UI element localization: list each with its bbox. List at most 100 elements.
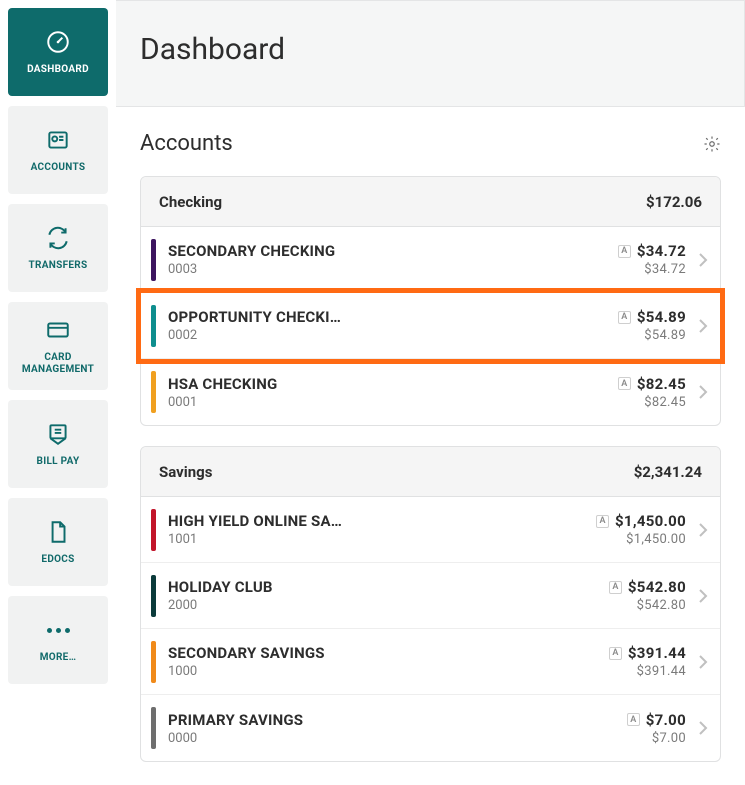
- account-number: 1000: [168, 664, 582, 679]
- chevron-right-icon: [692, 252, 714, 268]
- available-amount: $54.89: [582, 328, 686, 343]
- sidebar: DASHBOARD ACCOUNTS TRANSFERS CARD MANAGE…: [0, 0, 116, 785]
- account-balance: A $82.45 $82.45: [582, 375, 692, 410]
- nav-bill-pay[interactable]: BILL PAY: [8, 400, 108, 488]
- account-number: 0001: [168, 395, 582, 410]
- billpay-icon: [44, 420, 72, 448]
- available-amount: $391.44: [582, 664, 686, 679]
- header: Dashboard: [116, 0, 745, 107]
- accounts-section-title: Accounts: [140, 131, 233, 156]
- account-name: OPPORTUNITY CHECKI…: [168, 308, 582, 326]
- account-name: SECONDARY CHECKING: [168, 242, 582, 260]
- chevron-right-icon: [692, 522, 714, 538]
- account-color-bar: [151, 641, 156, 683]
- account-row[interactable]: OPPORTUNITY CHECKI…0002 A $54.89 $54.89: [141, 293, 720, 359]
- account-balance: A $391.44 $391.44: [582, 644, 692, 679]
- nav-dashboard[interactable]: DASHBOARD: [8, 8, 108, 96]
- account-balance: A $34.72 $34.72: [582, 242, 692, 277]
- account-row[interactable]: HSA CHECKING 0001 A $82.45 $82.45: [141, 359, 720, 425]
- chevron-right-icon: [692, 384, 714, 400]
- edocs-icon: [44, 518, 72, 546]
- account-number: 0003: [168, 262, 582, 277]
- account-name: PRIMARY SAVINGS: [168, 711, 582, 729]
- account-row[interactable]: SECONDARY SAVINGS 1000 A $391.44 $391.44: [141, 629, 720, 695]
- balance-amount: $391.44: [628, 644, 686, 662]
- transfers-icon: [44, 224, 72, 252]
- nav-accounts[interactable]: ACCOUNTS: [8, 106, 108, 194]
- group-total: $172.06: [646, 193, 702, 211]
- nav-transfers[interactable]: TRANSFERS: [8, 204, 108, 292]
- account-group: Checking $172.06 SECONDARY CHECKING 0003 A $3…: [140, 176, 721, 426]
- nav-label: MORE…: [40, 652, 77, 664]
- account-info: SECONDARY CHECKING 0003: [168, 242, 582, 277]
- main: Dashboard Accounts Checking $172.06 SECOND…: [116, 0, 745, 785]
- balance-amount: $542.80: [628, 578, 686, 596]
- balance-amount: $54.89: [637, 308, 686, 326]
- page-title: Dashboard: [140, 32, 285, 67]
- account-name: SECONDARY SAVINGS: [168, 644, 582, 662]
- balance-amount: $82.45: [637, 375, 686, 393]
- gear-icon[interactable]: [703, 135, 721, 153]
- available-badge: A: [609, 647, 622, 660]
- content: Accounts Checking $172.06 SECONDARY CHECKI…: [116, 107, 745, 782]
- nav-label: DASHBOARD: [27, 64, 89, 76]
- account-row[interactable]: HIGH YIELD ONLINE SA… 1001 A $1,450.00 $1,45…: [141, 497, 720, 563]
- nav-label: ACCOUNTS: [31, 162, 86, 174]
- account-balance: A $7.00 $7.00: [582, 711, 692, 746]
- dashboard-icon: [44, 28, 72, 56]
- account-color-bar: [151, 509, 156, 551]
- account-row[interactable]: SECONDARY CHECKING 0003 A $34.72 $34.72: [141, 227, 720, 293]
- available-amount: $542.80: [582, 598, 686, 613]
- account-name: HOLIDAY CLUB: [168, 578, 582, 596]
- group-name: Checking: [159, 193, 222, 211]
- nav-more[interactable]: MORE…: [8, 596, 108, 684]
- account-color-bar: [151, 239, 156, 281]
- available-amount: $1,450.00: [582, 532, 686, 547]
- account-number: 2000: [168, 598, 582, 613]
- chevron-right-icon: [692, 720, 714, 736]
- account-name: HSA CHECKING: [168, 375, 582, 393]
- account-info: HIGH YIELD ONLINE SA… 1001: [168, 512, 582, 547]
- group-header: Checking $172.06: [141, 177, 720, 227]
- balance-amount: $7.00: [646, 711, 686, 729]
- group-header: Savings$2,341.24: [141, 447, 720, 497]
- available-badge: A: [627, 713, 640, 726]
- account-info: SECONDARY SAVINGS 1000: [168, 644, 582, 679]
- accounts-icon: [44, 126, 72, 154]
- available-amount: $82.45: [582, 395, 686, 410]
- account-color-bar: [151, 305, 156, 347]
- account-balance: A $542.80 $542.80: [582, 578, 692, 613]
- available-badge: A: [618, 377, 631, 390]
- balance-amount: $34.72: [637, 242, 686, 260]
- available-badge: A: [618, 311, 631, 324]
- nav-label: TRANSFERS: [29, 260, 88, 272]
- account-info: HSA CHECKING 0001: [168, 375, 582, 410]
- available-badge: A: [596, 515, 609, 528]
- available-amount: $7.00: [582, 731, 686, 746]
- balance-amount: $1,450.00: [615, 512, 686, 530]
- available-badge: A: [609, 581, 622, 594]
- account-name: HIGH YIELD ONLINE SA…: [168, 512, 582, 530]
- nav-label: EDOCS: [41, 554, 74, 566]
- chevron-right-icon: [692, 654, 714, 670]
- account-color-bar: [151, 575, 156, 617]
- chevron-right-icon: [692, 588, 714, 604]
- chevron-right-icon: [692, 318, 714, 334]
- card-icon: [44, 316, 72, 344]
- nav-label: CARD MANAGEMENT: [8, 352, 108, 376]
- account-group: Savings$2,341.24 HIGH YIELD ONLINE SA… 100…: [140, 446, 721, 762]
- nav-edocs[interactable]: EDOCS: [8, 498, 108, 586]
- available-badge: A: [618, 245, 631, 258]
- account-color-bar: [151, 371, 156, 413]
- account-number: 1001: [168, 532, 582, 547]
- more-icon: [44, 616, 72, 644]
- group-total: $2,341.24: [634, 463, 702, 481]
- account-row[interactable]: PRIMARY SAVINGS 0000 A $7.00 $7.00: [141, 695, 720, 761]
- account-number: 0000: [168, 731, 582, 746]
- account-info: OPPORTUNITY CHECKI…0002: [168, 308, 582, 343]
- available-amount: $34.72: [582, 262, 686, 277]
- account-balance: A $54.89 $54.89: [582, 308, 692, 343]
- nav-card-management[interactable]: CARD MANAGEMENT: [8, 302, 108, 390]
- account-row[interactable]: HOLIDAY CLUB 2000 A $542.80 $542.80: [141, 563, 720, 629]
- nav-label: BILL PAY: [37, 456, 80, 468]
